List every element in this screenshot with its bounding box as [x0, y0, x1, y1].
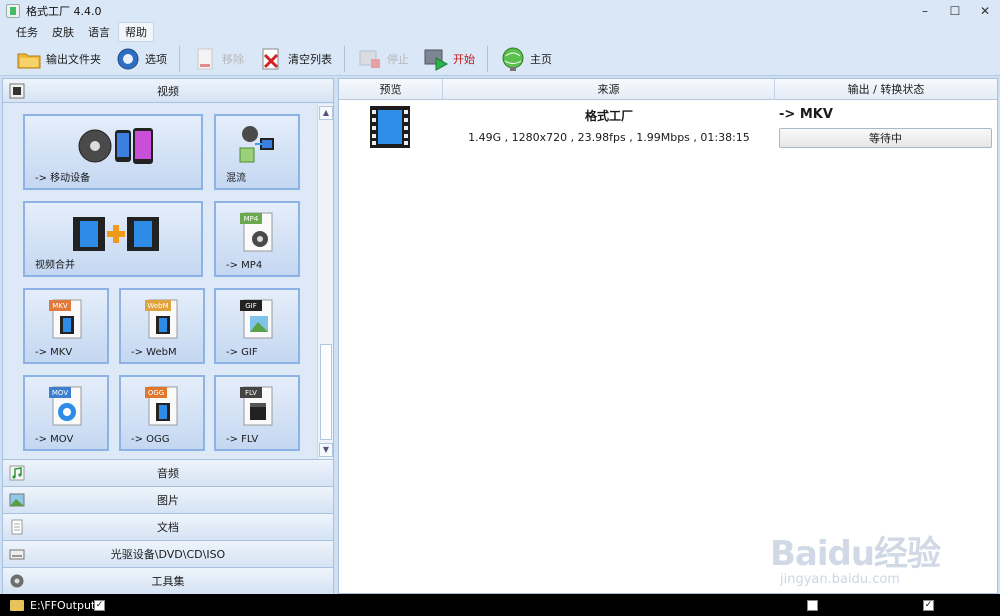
- category-list: 音频 图片 文档 光驱设备\DVD\CD\ISO 工具集: [3, 459, 333, 594]
- source-info: 1.49G , 1280x720 , 23.98fps , 1.99Mbps ,…: [468, 131, 750, 144]
- webm-file-icon: WebM: [145, 299, 178, 339]
- status-bar: E:\FFOutput ✓ ✓: [0, 594, 1000, 616]
- menu-help[interactable]: 帮助: [118, 22, 154, 42]
- menu-bar: 任务 皮肤 语言 帮助: [0, 22, 1000, 42]
- category-audio[interactable]: 音频: [3, 459, 333, 486]
- title-bar: 格式工厂 4.4.0 – ☐ ✕: [0, 0, 1000, 22]
- tile-ogg[interactable]: OGG -> OGG: [119, 375, 205, 451]
- gif-file-icon: GIF: [240, 299, 273, 339]
- task-list-header: 预览 来源 输出 / 转换状态: [339, 79, 997, 100]
- stop-icon: [357, 46, 383, 72]
- mp4-file-icon: MP4: [240, 212, 273, 252]
- tile-mobile-device[interactable]: -> 移动设备: [23, 114, 203, 190]
- option-checkbox[interactable]: [807, 600, 818, 611]
- menu-task[interactable]: 任务: [10, 23, 44, 41]
- scroll-up-icon[interactable]: ▲: [319, 106, 333, 120]
- category-image[interactable]: 图片: [3, 486, 333, 513]
- category-toolbox[interactable]: 工具集: [3, 567, 333, 594]
- video-file-icon: [369, 105, 411, 149]
- function-scrollbar[interactable]: ▲ ▼: [317, 104, 333, 459]
- column-preview[interactable]: 预览: [339, 79, 443, 99]
- tile-flv[interactable]: FLV -> FLV: [214, 375, 300, 451]
- toolbar-separator: [179, 45, 180, 72]
- flv-file-icon: FLV: [240, 386, 273, 426]
- category-optical-drive[interactable]: 光驱设备\DVD\CD\ISO: [3, 540, 333, 567]
- clear-list-button[interactable]: 清空列表: [254, 45, 336, 73]
- gear-icon: [115, 46, 141, 72]
- window-controls: – ☐ ✕: [910, 0, 1000, 22]
- tile-mov[interactable]: MOV -> MOV: [23, 375, 109, 451]
- options-button[interactable]: 选项: [111, 45, 171, 73]
- table-row[interactable]: 格式工厂 1.49G , 1280x720 , 23.98fps , 1.99M…: [339, 101, 997, 157]
- close-icon[interactable]: ✕: [970, 0, 1000, 22]
- task-list: 预览 来源 输出 / 转换状态 格式工厂 1.49G , 1280x720 , …: [338, 78, 998, 594]
- remove-icon: [192, 46, 218, 72]
- source-name: 格式工厂: [584, 109, 633, 123]
- status-badge[interactable]: 等待中: [779, 128, 992, 148]
- toolbar-separator: [344, 45, 345, 72]
- stop-button[interactable]: 停止: [353, 45, 413, 73]
- tile-webm[interactable]: WebM -> WebM: [119, 288, 205, 364]
- folder-icon[interactable]: [10, 599, 24, 611]
- remove-button[interactable]: 移除: [188, 45, 248, 73]
- clear-list-icon: [258, 46, 284, 72]
- disc-drive-icon: [9, 546, 25, 562]
- tile-mp4[interactable]: MP4 -> MP4: [214, 201, 300, 277]
- menu-skin[interactable]: 皮肤: [46, 23, 80, 41]
- output-checkbox[interactable]: ✓: [94, 600, 105, 611]
- window-title: 格式工厂 4.4.0: [26, 5, 102, 18]
- mux-icon: [239, 126, 274, 163]
- scroll-down-icon[interactable]: ▼: [319, 443, 333, 457]
- tools-icon: [9, 573, 25, 589]
- folder-icon: [16, 46, 42, 72]
- webm-badge-text: WebM: [147, 302, 168, 310]
- document-icon: [9, 519, 25, 535]
- music-note-icon: [9, 465, 25, 481]
- maximize-icon[interactable]: ☐: [940, 0, 970, 22]
- start-button[interactable]: 开始: [419, 45, 479, 73]
- gif-badge-text: GIF: [245, 302, 257, 310]
- mkv-badge-text: MKV: [52, 302, 68, 310]
- app-icon: [6, 4, 20, 18]
- column-output-status[interactable]: 输出 / 转换状态: [775, 79, 997, 99]
- output-format: -> MKV: [779, 107, 833, 122]
- ogg-badge-text: OGG: [148, 389, 164, 397]
- menu-language[interactable]: 语言: [82, 23, 116, 41]
- mp4-badge-text: MP4: [244, 215, 259, 223]
- video-join-icon: [73, 217, 159, 251]
- column-source[interactable]: 来源: [443, 79, 775, 99]
- shutdown-checkbox[interactable]: ✓: [923, 600, 934, 611]
- minimize-icon[interactable]: –: [910, 0, 940, 22]
- tile-mux[interactable]: 混流: [214, 114, 300, 190]
- picture-icon: [9, 492, 25, 508]
- home-button[interactable]: 主页: [496, 45, 556, 73]
- ogg-file-icon: OGG: [145, 386, 178, 426]
- globe-icon: [500, 46, 526, 72]
- category-document[interactable]: 文档: [3, 513, 333, 540]
- mov-file-icon: MOV: [49, 386, 82, 426]
- mkv-file-icon: MKV: [49, 299, 82, 339]
- toolbar: 输出文件夹 选项 移除 清空列表 停止 开始 主页: [0, 42, 1000, 76]
- mobile-device-icon: [78, 128, 153, 164]
- video-category-icon: [9, 83, 25, 99]
- tile-video-join[interactable]: 视频合并: [23, 201, 203, 277]
- category-video[interactable]: 视频: [3, 79, 333, 103]
- video-function-grid: -> 移动设备 混流 视频合并 MP4 -> MP4 MKV -> MKV We…: [3, 104, 317, 459]
- output-path[interactable]: E:\FFOutput: [30, 599, 95, 612]
- toolbar-separator: [487, 45, 488, 72]
- tile-mkv[interactable]: MKV -> MKV: [23, 288, 109, 364]
- function-panel: 视频 -> 移动设备 混流 视频合并 MP4 -> MP4 MKV -> MKV…: [2, 78, 334, 594]
- output-folder-button[interactable]: 输出文件夹: [12, 45, 105, 73]
- start-icon: [423, 46, 449, 72]
- tile-gif[interactable]: GIF -> GIF: [214, 288, 300, 364]
- scroll-thumb[interactable]: [320, 344, 332, 440]
- mov-badge-text: MOV: [52, 389, 68, 397]
- flv-badge-text: FLV: [245, 389, 257, 397]
